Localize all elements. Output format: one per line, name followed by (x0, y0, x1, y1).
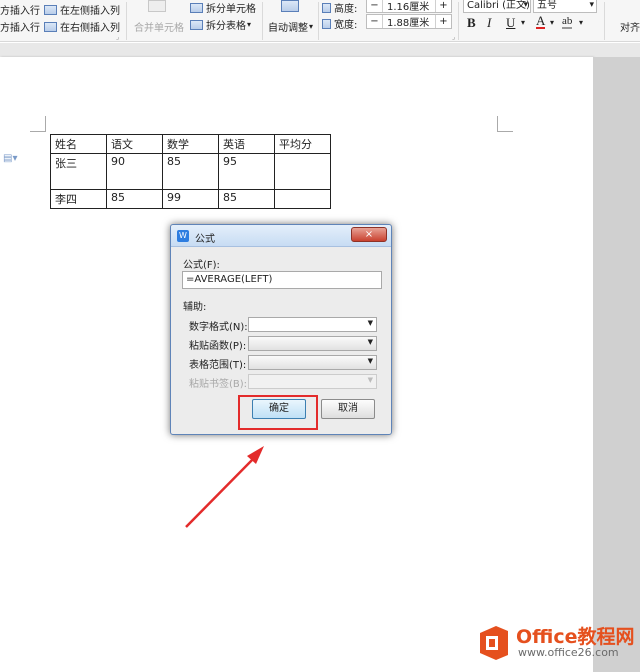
watermark-brand: Office教程网 (516, 626, 635, 648)
office-logo-icon (480, 626, 508, 660)
watermark-url: www.office26.com (518, 646, 619, 659)
annotation-arrow (185, 446, 264, 528)
arrow-shaft (185, 455, 257, 528)
